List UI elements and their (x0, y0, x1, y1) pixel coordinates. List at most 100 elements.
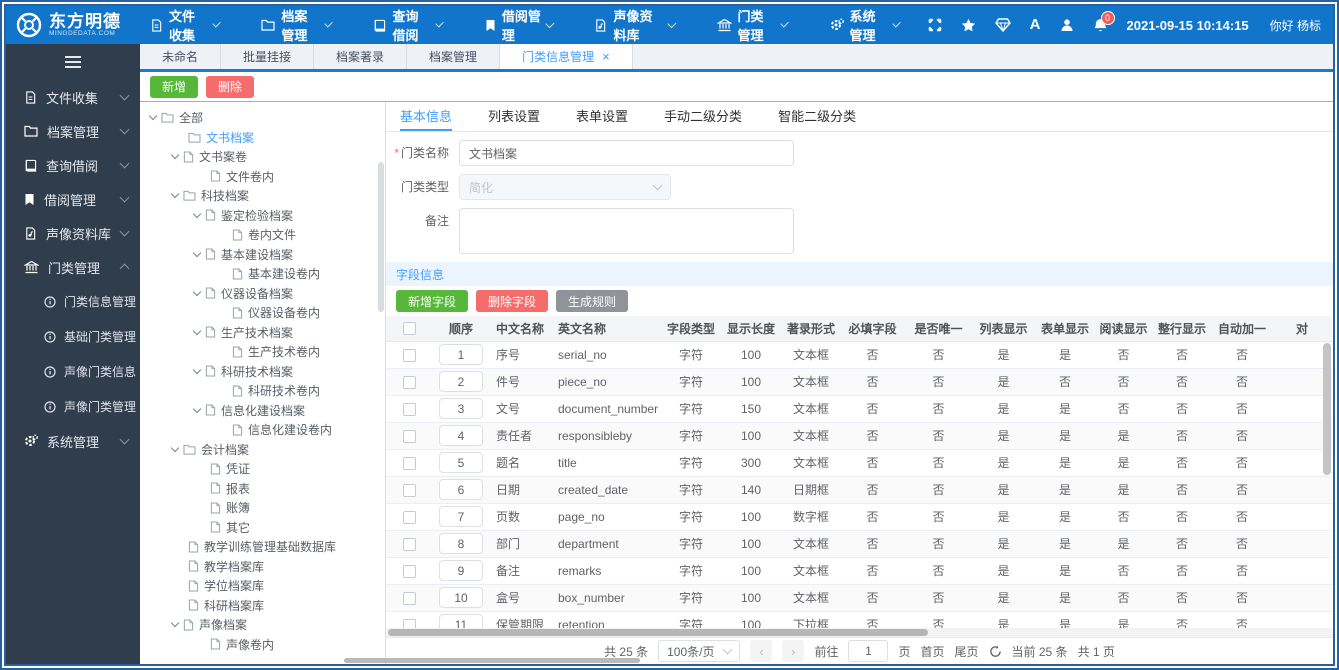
order-input[interactable] (439, 398, 483, 419)
chevron-down-icon[interactable] (170, 443, 180, 452)
row-checkbox[interactable] (402, 564, 416, 578)
nav-item[interactable]: 系统管理 (816, 6, 914, 44)
table-horizontal-scrollbar[interactable] (386, 628, 1333, 637)
delete-button[interactable]: 删除 (206, 75, 255, 98)
category-name-input[interactable] (459, 140, 794, 166)
order-input[interactable] (439, 425, 483, 446)
order-input[interactable] (439, 560, 483, 581)
tree-node[interactable]: 文书案卷 (140, 147, 385, 167)
add-button[interactable]: 新增 (150, 75, 199, 98)
order-input[interactable] (439, 452, 483, 473)
bell-icon[interactable]: 0 (1093, 10, 1115, 33)
sidebar-collapse-button[interactable] (6, 44, 140, 80)
font-size-icon[interactable]: A (1030, 17, 1041, 32)
tree-node[interactable]: 生产技术档案 (140, 323, 385, 343)
tree-node[interactable]: 教学档案库 (140, 557, 385, 577)
chevron-down-icon[interactable] (170, 619, 180, 628)
tree-node[interactable]: 全部 (140, 108, 385, 128)
sidebar-item[interactable]: 系统管理 (6, 424, 140, 458)
row-checkbox[interactable] (402, 537, 416, 551)
order-input[interactable] (439, 587, 483, 608)
nav-item[interactable]: 借阅管理 (471, 6, 567, 44)
add-field-button[interactable]: 新增字段 (396, 290, 469, 312)
page-tab[interactable]: 门类信息管理 × (500, 44, 633, 69)
sidebar-subitem[interactable]: 声像门类信息 (6, 354, 140, 389)
order-input[interactable] (439, 344, 483, 365)
page-tab[interactable]: 档案管理 (407, 44, 501, 69)
table-vertical-scrollbar[interactable] (1323, 343, 1331, 475)
tree-node[interactable]: 教学训练管理基础数据库 (140, 537, 385, 557)
row-checkbox[interactable] (402, 618, 416, 628)
page-size-select[interactable]: 100条/页 (658, 640, 741, 662)
row-checkbox[interactable] (402, 375, 416, 389)
last-page-link[interactable]: 尾页 (955, 643, 979, 660)
nav-item[interactable]: 门类管理 (703, 6, 802, 44)
order-input[interactable] (439, 371, 483, 392)
tree-node[interactable]: 基本建设卷内 (140, 264, 385, 284)
tree-node[interactable]: 账簿 (140, 498, 385, 518)
chevron-down-icon[interactable] (192, 248, 202, 257)
nav-item[interactable]: 文件收集 (136, 6, 233, 44)
tree-node[interactable]: 科技档案 (140, 186, 385, 206)
detail-tab[interactable]: 基本信息 (400, 102, 453, 131)
page-tab[interactable]: 未命名 (140, 44, 222, 69)
nav-item[interactable]: 档案管理 (247, 6, 345, 44)
tree-node[interactable]: 报表 (140, 479, 385, 499)
first-page-link[interactable]: 首页 (921, 643, 945, 660)
remark-textarea[interactable] (459, 208, 794, 254)
category-type-select[interactable]: 简化 (459, 174, 671, 200)
sidebar-subitem[interactable]: 门类信息管理 (6, 284, 140, 319)
goto-page-input[interactable] (848, 640, 889, 662)
row-checkbox[interactable] (402, 591, 416, 605)
tree-node[interactable]: 声像档案 (140, 615, 385, 635)
row-checkbox[interactable] (402, 456, 416, 470)
chevron-down-icon[interactable] (192, 326, 202, 335)
user-icon[interactable] (1060, 18, 1074, 32)
order-input[interactable] (439, 506, 483, 527)
detail-tab[interactable]: 手动二级分类 (664, 102, 742, 131)
tree-node[interactable]: 科研技术卷内 (140, 381, 385, 401)
page-tab[interactable]: 批量挂接 (221, 44, 315, 69)
tree-node[interactable]: 基本建设档案 (140, 245, 385, 265)
order-input[interactable] (439, 533, 483, 554)
generate-rule-button[interactable]: 生成规则 (556, 290, 629, 312)
tree-node[interactable]: 其它 (140, 518, 385, 538)
sidebar-item[interactable]: 文件收集 (6, 80, 140, 114)
tree-node[interactable]: 声像卷内 (140, 635, 385, 655)
sidebar-subitem[interactable]: 基础门类管理 (6, 319, 140, 354)
tree-node[interactable]: 生产技术卷内 (140, 342, 385, 362)
tree-node[interactable]: 卷内文件 (140, 225, 385, 245)
chevron-down-icon[interactable] (148, 112, 158, 121)
nav-item[interactable]: 声像资料库 (580, 6, 688, 44)
detail-tab[interactable]: 智能二级分类 (778, 102, 856, 131)
page-horizontal-scrollbar[interactable] (344, 658, 640, 663)
tree-scrollbar[interactable] (378, 162, 384, 312)
tree-node[interactable]: 科研档案库 (140, 596, 385, 616)
sidebar-item[interactable]: 借阅管理 (6, 182, 140, 216)
row-checkbox[interactable] (402, 429, 416, 443)
fullscreen-icon[interactable] (928, 18, 942, 32)
chevron-down-icon[interactable] (192, 365, 202, 374)
tree-node[interactable]: 科研技术档案 (140, 362, 385, 382)
next-page-button[interactable]: › (782, 640, 805, 662)
sidebar-item[interactable]: 声像资料库 (6, 216, 140, 250)
row-checkbox[interactable] (402, 348, 416, 362)
chevron-down-icon[interactable] (192, 404, 202, 413)
star-icon[interactable] (961, 18, 976, 33)
gem-icon[interactable] (994, 18, 1011, 32)
tree-node[interactable]: 凭证 (140, 459, 385, 479)
tree-node[interactable]: 学位档案库 (140, 576, 385, 596)
chevron-down-icon[interactable] (170, 190, 180, 199)
nav-item[interactable]: 查询借阅 (359, 6, 456, 44)
prev-page-button[interactable]: ‹ (750, 640, 773, 662)
sidebar-item[interactable]: 查询借阅 (6, 148, 140, 182)
sidebar-subitem[interactable]: 声像门类管理 (6, 389, 140, 424)
sidebar-item[interactable]: 档案管理 (6, 114, 140, 148)
tree-node[interactable]: 鉴定检验档案 (140, 206, 385, 226)
row-checkbox[interactable] (402, 402, 416, 416)
delete-field-button[interactable]: 删除字段 (476, 290, 549, 312)
order-input[interactable] (439, 614, 483, 628)
tree-node[interactable]: 文书档案 (140, 128, 385, 148)
tree-node[interactable]: 会计档案 (140, 440, 385, 460)
close-icon[interactable]: × (602, 49, 610, 64)
